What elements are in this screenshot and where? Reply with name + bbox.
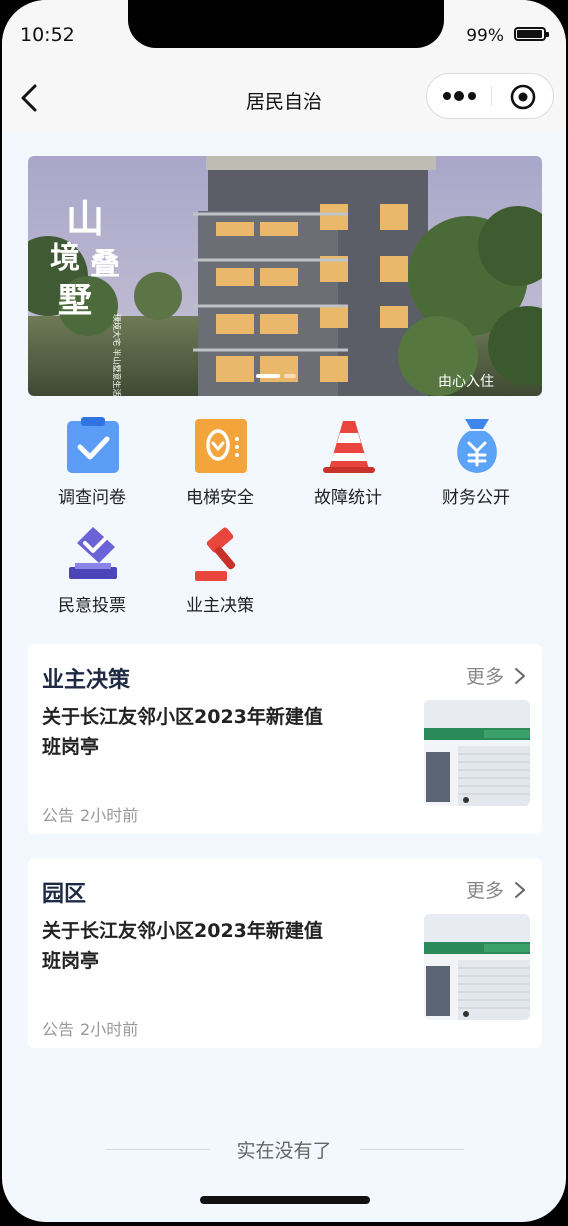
money-bag-icon [457, 419, 497, 473]
more-label: 更多 [465, 880, 504, 902]
svg-text:墅: 墅 [58, 281, 92, 321]
no-more-text: 实在没有了 [236, 1140, 332, 1162]
feature-label: 电梯安全 [186, 488, 254, 508]
traffic-cone-icon [323, 421, 375, 473]
ballot-box-icon [69, 527, 117, 579]
feature-survey[interactable]: 调查问卷 [28, 415, 156, 515]
announcement-time: 2小时前 [80, 806, 139, 825]
clipboard-check-icon [67, 417, 119, 473]
more-link[interactable]: 更多 [466, 662, 526, 689]
banner-image: 山 境 叠 墅 璞境大宅 半山墅意生活 由心入住 [28, 156, 542, 396]
banner-subtext: 璞境大宅 半山墅意生活 [112, 314, 122, 396]
feature-label: 调查问卷 [58, 488, 126, 508]
banner-text-char1: 山 [66, 196, 104, 241]
card-title: 业主决策 [42, 668, 131, 693]
feature-label: 财务公开 [442, 488, 510, 508]
capsule-divider [491, 86, 492, 106]
announcement-time: 2小时前 [80, 1020, 139, 1039]
announcement-meta: 公告 2小时前 [42, 802, 138, 826]
announcement-thumbnail[interactable] [424, 914, 530, 1020]
feature-finance[interactable]: 财务公开 [412, 415, 540, 515]
guard-booth-photo [424, 914, 530, 1020]
gavel-icon [195, 527, 236, 581]
home-indicator[interactable] [200, 1196, 370, 1204]
feature-vote[interactable]: 民意投票 [28, 523, 156, 623]
more-dots-icon[interactable] [441, 86, 481, 106]
banner-watermark: 由心入住 [438, 374, 494, 390]
announcement-tag: 公告 [42, 1020, 75, 1039]
svg-text:叠: 叠 [90, 247, 120, 282]
notch [128, 0, 444, 48]
nav-bar: 居民自治 [2, 60, 566, 132]
chevron-right-icon [515, 881, 525, 898]
feature-label: 故障统计 [314, 488, 382, 508]
feature-fault[interactable]: 故障统计 [284, 415, 412, 515]
mini-program-capsule [426, 73, 554, 119]
feature-elevator[interactable]: 电梯安全 [156, 415, 284, 515]
list-end-marker: 实在没有了 [2, 1136, 566, 1166]
carousel-dot [284, 374, 296, 378]
banner-carousel[interactable]: 山 境 叠 墅 璞境大宅 半山墅意生活 由心入住 [28, 156, 542, 396]
more-link[interactable]: 更多 [466, 876, 526, 903]
elevator-safety-icon [195, 419, 247, 473]
feature-label: 业主决策 [186, 596, 254, 616]
phone-screen: 10:52 99% 居民自治 山 境 叠 墅 璞境大宅 半山墅意生活 由心入住 … [2, 0, 566, 1222]
svg-text:境: 境 [50, 241, 80, 276]
card-title: 园区 [42, 882, 87, 907]
carousel-dot-active [256, 374, 280, 378]
announcement-tag: 公告 [42, 806, 75, 825]
battery-icon [514, 27, 549, 41]
chevron-right-icon [515, 667, 525, 684]
feature-decision[interactable]: 业主决策 [156, 523, 284, 623]
carousel-indicator [256, 374, 296, 378]
park-card: 园区 更多 关于长江友邻小区2023年新建值班岗亭 公告 2小时前 [28, 858, 542, 1048]
announcement-headline[interactable]: 关于长江友邻小区2023年新建值班岗亭 [42, 916, 332, 976]
battery-percent: 99% [466, 26, 504, 46]
announcement-headline[interactable]: 关于长江友邻小区2023年新建值班岗亭 [42, 702, 332, 762]
announcement-thumbnail[interactable] [424, 700, 530, 806]
owner-decision-card: 业主决策 更多 关于长江友邻小区2023年新建值班岗亭 公告 2小时前 [28, 644, 542, 834]
announcement-meta: 公告 2小时前 [42, 1016, 138, 1040]
status-time: 10:52 [20, 24, 75, 46]
guard-booth-photo [424, 700, 530, 806]
more-label: 更多 [465, 666, 504, 688]
close-target-icon[interactable] [509, 83, 537, 111]
divider-right [360, 1149, 464, 1150]
feature-label: 民意投票 [58, 596, 126, 616]
